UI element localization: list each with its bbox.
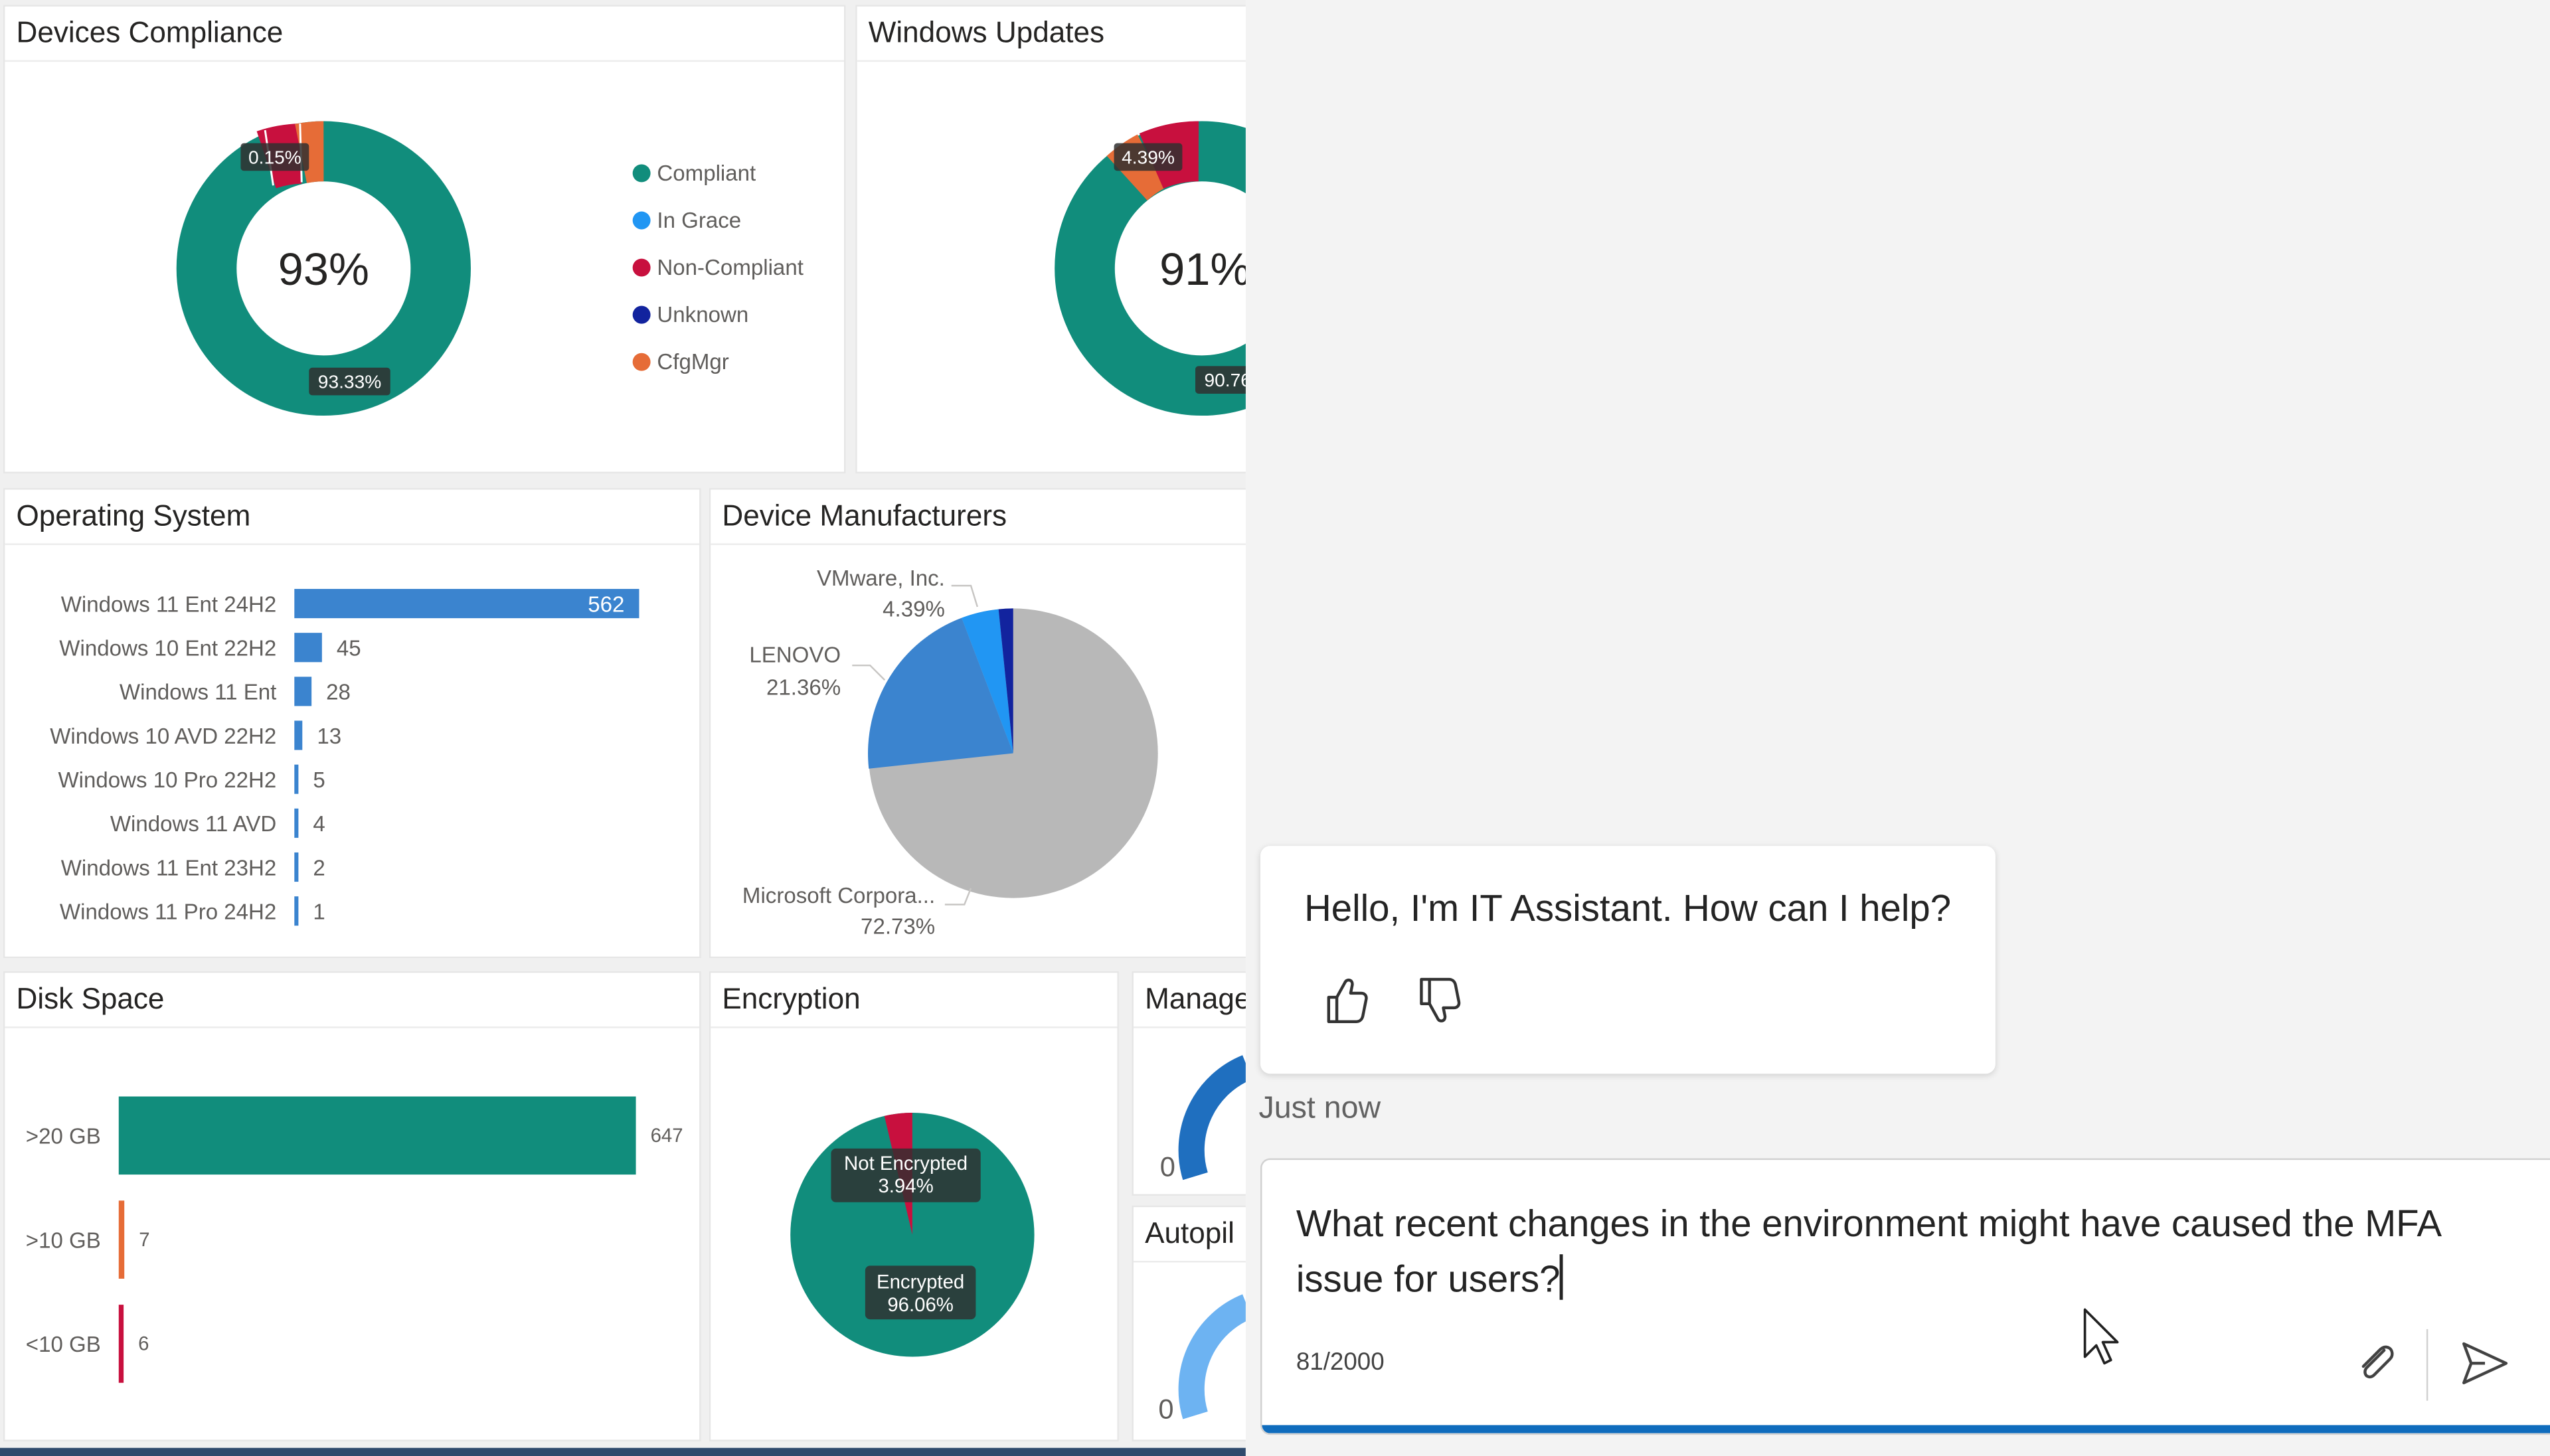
bar: [118, 1096, 636, 1175]
bar-category-label: Windows 11 Pro 24H2: [60, 900, 276, 924]
bar-value-label: 6: [138, 1333, 149, 1355]
windows-updates-tile[interactable]: Windows Updates 4.39% 90.76% 91%: [855, 5, 1246, 474]
pie-pct: 96.06%: [887, 1294, 954, 1316]
dashboard-bottom-bar: [0, 1447, 1246, 1456]
bar-value-label: 4: [313, 812, 325, 837]
windows-updates-donut: 4.39% 90.76% 91%: [1055, 121, 1246, 416]
device-manufacturers-pie: VMware, Inc. 4.39% LENOVO 21.36% Microso…: [742, 566, 1158, 939]
character-count: 81/2000: [1296, 1348, 1385, 1376]
autopilot-tile[interactable]: Autopil 0: [1132, 1205, 1246, 1441]
pie-label: Not Encrypted: [844, 1153, 968, 1174]
operating-system-tile[interactable]: Operating System Windows 11 Ent 24H2 562 W…: [3, 488, 701, 959]
encryption-tile[interactable]: Encryption Not Encrypted 3.94% Encrypted…: [709, 971, 1119, 1441]
legend-item: Unknown: [632, 303, 748, 327]
bar: [294, 896, 299, 926]
bar-value-label: 13: [317, 724, 341, 749]
bar: [118, 1200, 125, 1279]
bar: [294, 808, 299, 838]
message-timestamp: Just now: [1258, 1092, 1381, 1126]
bar: [294, 764, 299, 794]
bar-category-label: Windows 10 AVD 22H2: [50, 724, 276, 749]
bar-category-label: <10 GB: [26, 1333, 101, 1357]
composer-divider: [2426, 1329, 2428, 1401]
mouse-pointer-icon: [2083, 1308, 2119, 1365]
thumbs-up-icon[interactable]: [1322, 973, 1371, 1028]
pie-label: Encrypted: [877, 1271, 964, 1293]
operating-system-bar-chart: Windows 11 Ent 24H2 562 Windows 10 Ent 22H…: [50, 589, 639, 926]
bar-value-label: 7: [139, 1229, 149, 1251]
chat-panel: Hello, I'm IT Assistant. How can I help?…: [1245, 0, 2550, 1456]
slice-label: 0.15%: [248, 146, 301, 167]
slice-label: 90.76%: [1205, 369, 1246, 390]
pie-label: Microsoft Corpora...: [742, 884, 935, 908]
slice-label: 93.33%: [318, 370, 381, 392]
legend-item: Non-Compliant: [632, 256, 804, 280]
paperclip-icon[interactable]: [2348, 1336, 2403, 1391]
legend-item: In Grace: [632, 208, 741, 232]
bar-category-label: Windows 11 Ent 24H2: [61, 592, 277, 617]
text-caret: [1560, 1254, 1564, 1300]
bar-category-label: Windows 11 AVD: [110, 812, 276, 837]
managed-gauge: 0: [1160, 1055, 1246, 1182]
devices-compliance-donut: 0.15% 93.33% 93%: [176, 121, 471, 416]
send-icon[interactable]: [2457, 1336, 2512, 1391]
disk-space-bar-chart: >20 GB 647 >10 GB 7 <10 GB 6: [26, 1096, 683, 1383]
devices-compliance-tile[interactable]: Devices Compliance 0.15% 93.33% 93% Comp…: [3, 5, 846, 474]
pie-pct: 21.36%: [766, 675, 841, 700]
bar-category-label: Windows 11 Ent 23H2: [61, 856, 277, 880]
bar: [294, 677, 312, 706]
pie-label: LENOVO: [749, 643, 841, 667]
pie-label: VMware, Inc.: [817, 566, 945, 591]
disk-space-tile[interactable]: Disk Space >20 GB 647 >10 GB 7 <10 GB 6: [3, 971, 701, 1441]
donut-center-value: 93%: [278, 244, 369, 295]
slice-label: 4.39%: [1122, 146, 1175, 167]
bar: [294, 852, 299, 882]
bar: [294, 633, 322, 663]
pie-pct: 72.73%: [861, 914, 935, 939]
composer-focus-underline: [1262, 1425, 2550, 1433]
bar-value-label: 647: [651, 1125, 683, 1147]
chat-input[interactable]: What recent changes in the environment m…: [1296, 1196, 2508, 1307]
pie-pct: 3.94%: [878, 1175, 933, 1197]
bar-category-label: Windows 11 Ent: [120, 681, 276, 705]
thumbs-down-icon[interactable]: [1415, 973, 1464, 1028]
encryption-pie: Not Encrypted 3.94% Encrypted 96.06%: [790, 1113, 1035, 1357]
gauge-min-label: 0: [1158, 1394, 1173, 1425]
gauge-min-label: 0: [1160, 1151, 1175, 1182]
bar-value-label: 562: [588, 592, 624, 617]
bar-category-label: >20 GB: [26, 1125, 101, 1149]
bar-category-label: Windows 10 Ent 22H2: [59, 636, 276, 661]
bar-value-label: 2: [313, 856, 325, 880]
chat-composer[interactable]: What recent changes in the environment m…: [1260, 1158, 2550, 1435]
pie-pct: 4.39%: [883, 598, 945, 622]
bar-value-label: 1: [313, 900, 325, 924]
donut-center-value: 91%: [1159, 244, 1246, 295]
bar-category-label: >10 GB: [26, 1228, 101, 1253]
dashboard-panel: Devices Compliance 0.15% 93.33% 93% Comp…: [0, 0, 1246, 1456]
assistant-message: Hello, I'm IT Assistant. How can I help?: [1260, 846, 1996, 1074]
assistant-message-text: Hello, I'm IT Assistant. How can I help?: [1304, 886, 1952, 930]
bar: [118, 1305, 124, 1383]
bar-value-label: 5: [313, 768, 325, 793]
bar-category-label: Windows 10 Pro 22H2: [58, 768, 276, 793]
bar-value-label: 45: [337, 636, 361, 661]
managed-tile[interactable]: Manage 0: [1132, 971, 1246, 1196]
bar-value-label: 28: [326, 681, 351, 705]
autopilot-gauge: 0: [1158, 1294, 1246, 1425]
legend-item: Compliant: [632, 161, 756, 185]
legend-item: CfgMgr: [632, 350, 729, 374]
device-manufacturers-tile[interactable]: Device Manufacturers VMware, Inc. 4.39% …: [709, 488, 1246, 959]
bar: [294, 720, 303, 750]
